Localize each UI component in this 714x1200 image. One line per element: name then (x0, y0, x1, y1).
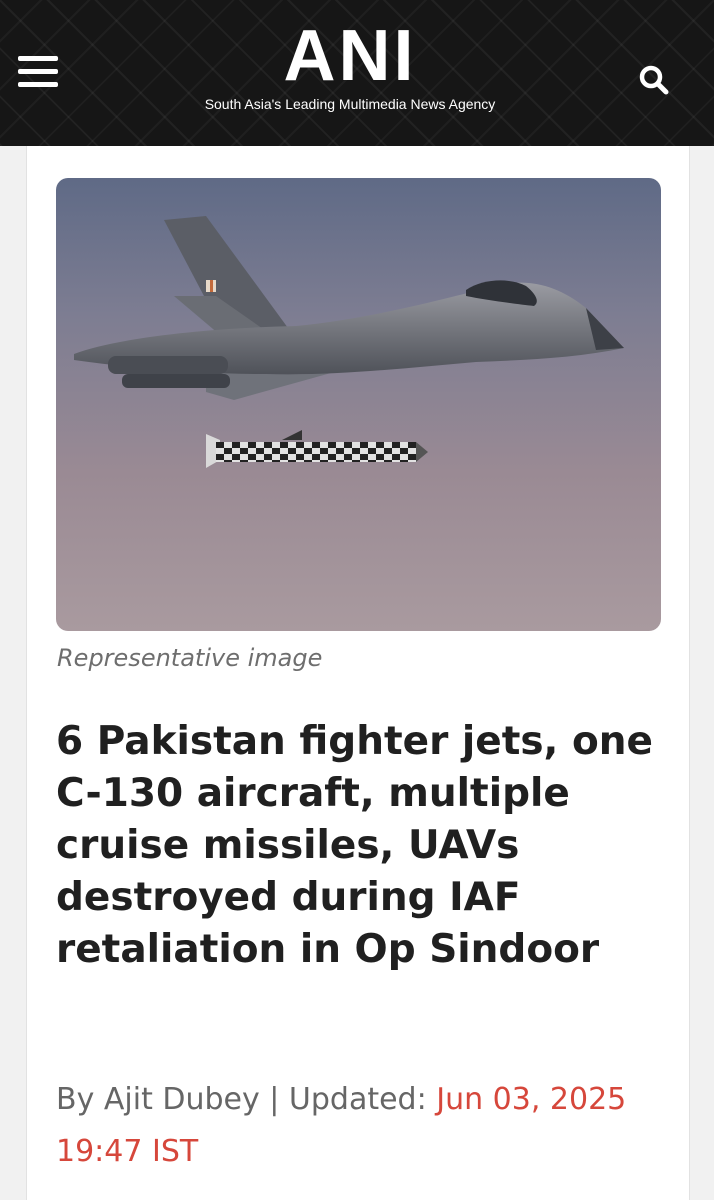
image-caption: Representative image (57, 644, 323, 672)
byline-author: By Ajit Dubey | Updated: (56, 1082, 427, 1117)
article-card: Representative image 6 Pakistan fighter … (26, 146, 690, 1200)
hamburger-menu-icon[interactable] (18, 56, 60, 88)
logo-tagline: South Asia's Leading Multimedia News Age… (204, 96, 496, 112)
search-icon[interactable] (632, 58, 676, 102)
article-headline: 6 Pakistan fighter jets, one C-130 aircr… (56, 719, 653, 972)
menu-bar (18, 69, 58, 74)
menu-bar (18, 82, 58, 87)
site-header: ANI South Asia's Leading Multimedia News… (0, 0, 714, 146)
menu-bar (18, 56, 58, 61)
site-logo[interactable]: ANI South Asia's Leading Multimedia News… (180, 18, 520, 118)
sky-background (56, 178, 661, 631)
logo-text: ANI (283, 16, 417, 96)
article-byline: By Ajit Dubey | Updated: Jun 03, 2025 19… (56, 1074, 666, 1178)
article-hero-image[interactable] (56, 178, 661, 631)
